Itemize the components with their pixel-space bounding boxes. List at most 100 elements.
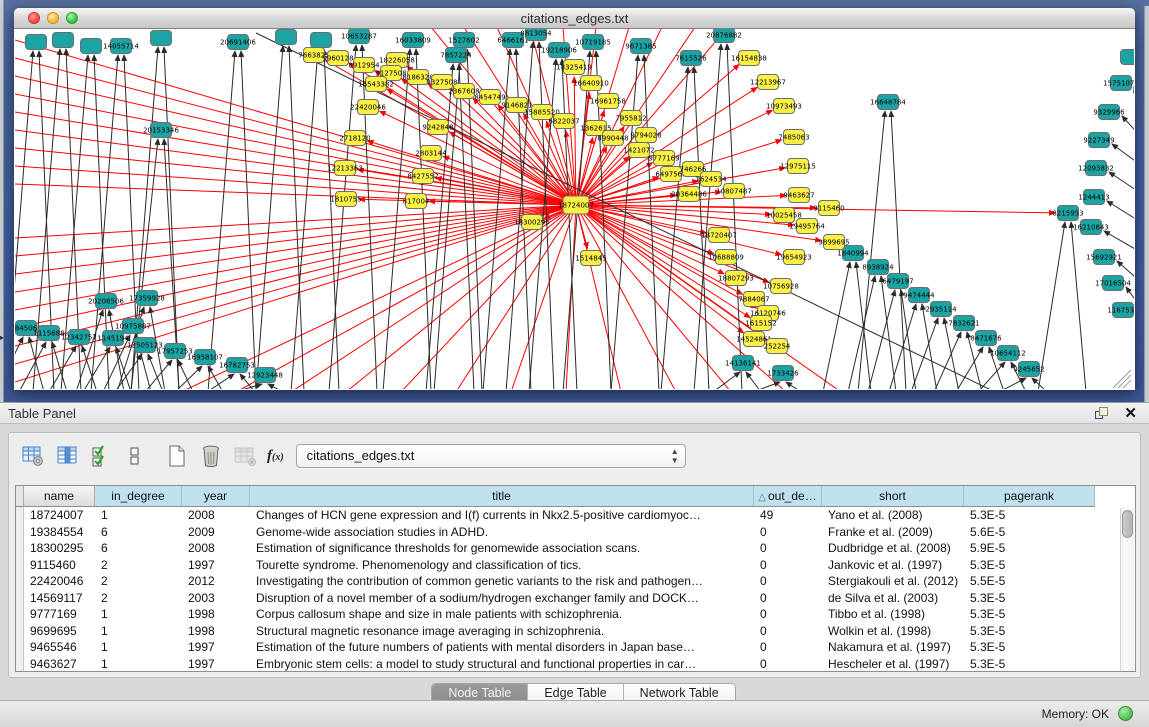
column-header-in_degree[interactable]: in_degree [95,486,182,507]
table-cell[interactable]: Estimation of significance thresholds fo… [250,540,754,557]
table-cell[interactable]: 5.3E-5 [964,507,1095,524]
table-cell[interactable]: 2 [95,590,182,607]
table-row[interactable]: 2242004622012Investigating the contribut… [16,573,1135,590]
table-cell[interactable]: Changes of HCN gene expression and I(f) … [250,507,754,524]
table-cell[interactable]: de Silva et al. (2003) [822,590,964,607]
table-cell[interactable]: 5.3E-5 [964,656,1095,673]
table-cell[interactable]: 0 [754,639,822,656]
table-cell[interactable]: 2 [95,557,182,574]
new-file-icon[interactable] [165,444,189,468]
table-cell[interactable]: 22420046 [24,573,95,590]
table-cell[interactable]: 9699695 [24,623,95,640]
table-cell[interactable]: 1997 [182,557,250,574]
table-cell[interactable]: 1 [95,606,182,623]
function-builder-icon[interactable]: f(x) [267,448,284,465]
table-cell[interactable]: 1998 [182,623,250,640]
table-scrollbar[interactable] [1120,508,1134,671]
table-row[interactable]: 977716911998Corpus callosum shape and si… [16,606,1135,623]
table-cell[interactable]: 14569117 [24,590,95,607]
table-cell[interactable]: Hescheler et al. (1997) [822,656,964,673]
table-cell[interactable]: 5.3E-5 [964,606,1095,623]
table-cell[interactable]: 6 [95,524,182,541]
network-canvas[interactable]: 1405571420691406106532871603380915276027… [15,29,1134,389]
table-cell[interactable]: 0 [754,524,822,541]
table-cell[interactable]: Tibbo et al. (1998) [822,606,964,623]
table-cell[interactable]: 2009 [182,524,250,541]
table-row[interactable]: 946362711997Embryonic stem cells: a mode… [16,656,1135,673]
network-window-titlebar[interactable]: citations_edges.txt [14,8,1135,29]
table-cell[interactable]: 49 [754,507,822,524]
column-header-out_de[interactable]: △out_de… [754,486,822,507]
table-header-row[interactable]: namein_degreeyeartitle△out_de…shortpager… [16,486,1135,507]
table-cell[interactable]: 2 [95,573,182,590]
table-cell[interactable]: 5.3E-5 [964,623,1095,640]
table-cell[interactable]: Structural magnetic resonance image aver… [250,623,754,640]
table-cell[interactable]: Embryonic stem cells: a model to study s… [250,656,754,673]
table-cell[interactable]: 5.9E-5 [964,540,1095,557]
table-cell[interactable]: Estimation of the future numbers of pati… [250,639,754,656]
delete-rows-icon[interactable] [199,444,223,468]
table-cell[interactable]: 1997 [182,656,250,673]
table-cell[interactable]: 5.6E-5 [964,524,1095,541]
table-cell[interactable]: 1 [95,656,182,673]
table-cell[interactable]: 2012 [182,573,250,590]
table-row[interactable]: 1830029562008Estimation of significance … [16,540,1135,557]
table-cell[interactable]: Nakamura et al. (1997) [822,639,964,656]
deselect-icon[interactable] [123,444,147,468]
close-panel-icon[interactable]: ✕ [1124,404,1137,424]
table-cell[interactable]: 1997 [182,639,250,656]
table-cell[interactable]: 0 [754,656,822,673]
table-cell[interactable]: 1 [95,507,182,524]
table-row[interactable]: 946554611997Estimation of the future num… [16,639,1135,656]
table-cell[interactable]: 1 [95,639,182,656]
column-header-title[interactable]: title [250,486,754,507]
table-cell[interactable]: 18724007 [24,507,95,524]
table-row[interactable]: 911546021997Tourette syndrome. Phenomeno… [16,557,1135,574]
table-cell[interactable]: 2003 [182,590,250,607]
table-cell[interactable]: 1998 [182,606,250,623]
table-cell[interactable]: Tourette syndrome. Phenomenology and cla… [250,557,754,574]
network-node[interactable] [53,33,74,48]
table-cell[interactable]: 9115460 [24,557,95,574]
table-cell[interactable]: 2008 [182,540,250,557]
table-cell[interactable]: 0 [754,540,822,557]
table-cell[interactable]: 0 [754,606,822,623]
table-cell[interactable]: 9465546 [24,639,95,656]
right-panel-divider[interactable] [1144,6,1149,402]
panel-collapse-handle[interactable]: ▸ [0,332,5,344]
table-cell[interactable]: 0 [754,573,822,590]
table-cell[interactable]: Dudbridge et al. (2008) [822,540,964,557]
table-cell[interactable]: 0 [754,590,822,607]
table-cell[interactable]: Investigating the contribution of common… [250,573,754,590]
table-cell[interactable]: 5.5E-5 [964,573,1095,590]
table-cell[interactable]: Genome-wide association studies in ADHD. [250,524,754,541]
table-row[interactable]: 1872400712008Changes of HCN gene express… [16,507,1135,524]
table-settings-icon[interactable] [21,444,45,468]
table-cell[interactable]: Stergiakouli et al. (2012) [822,573,964,590]
network-window[interactable]: citations_edges.txt 14055714206914061065… [14,8,1135,390]
memory-status-icon[interactable] [1118,706,1133,721]
table-cell[interactable]: 19384554 [24,524,95,541]
table-cell[interactable]: 5.3E-5 [964,590,1095,607]
node-table[interactable]: namein_degreeyeartitle△out_de…shortpager… [15,485,1136,672]
table-cell[interactable]: Corpus callosum shape and size in male p… [250,606,754,623]
table-cell[interactable]: 6 [95,540,182,557]
network-node[interactable] [81,39,102,54]
network-node[interactable] [151,31,172,46]
table-cell[interactable]: 1 [95,623,182,640]
network-node[interactable] [26,35,47,50]
table-scrollbar-thumb[interactable] [1122,510,1133,538]
table-cell[interactable]: 2008 [182,507,250,524]
table-cell[interactable]: 0 [754,623,822,640]
table-cell[interactable]: 18300295 [24,540,95,557]
network-node[interactable] [276,30,297,45]
float-window-icon[interactable] [1095,407,1109,421]
table-row[interactable]: 1938455462009Genome-wide association stu… [16,524,1135,541]
column-header-year[interactable]: year [182,486,250,507]
table-cell[interactable]: 5.3E-5 [964,639,1095,656]
row-select-icon[interactable] [89,444,113,468]
network-node[interactable] [311,33,332,48]
table-cell[interactable]: 0 [754,557,822,574]
column-header-short[interactable]: short [822,486,964,507]
table-cell[interactable]: Wolkin et al. (1998) [822,623,964,640]
